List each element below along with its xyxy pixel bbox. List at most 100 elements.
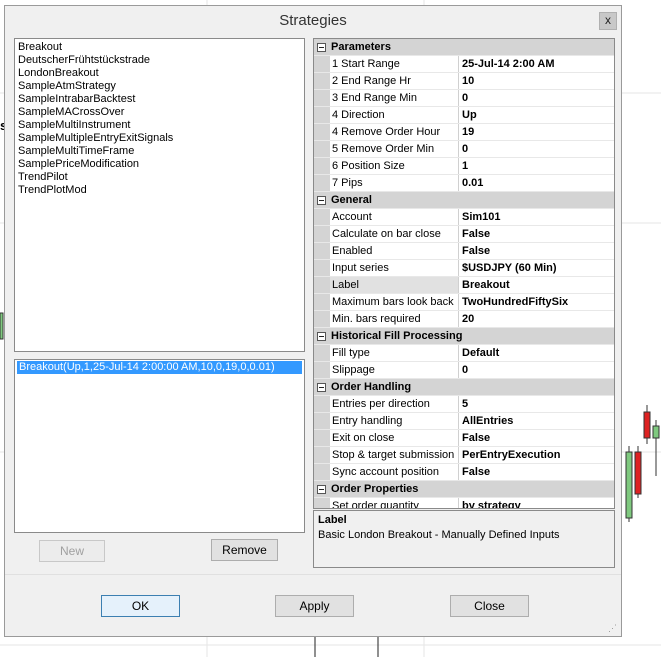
list-item[interactable]: SampleMACrossOver xyxy=(18,106,301,119)
property-value[interactable]: PerEntryExecution xyxy=(459,447,614,463)
property-value[interactable]: by strategy xyxy=(459,498,614,508)
configured-strategy-list[interactable]: Breakout(Up,1,25-Jul-14 2:00:00 AM,10,0,… xyxy=(14,359,305,533)
property-row[interactable]: 3 End Range Min 0 xyxy=(314,90,614,107)
grid-category[interactable]: Parameters xyxy=(314,39,614,56)
property-value[interactable]: 0 xyxy=(459,141,614,157)
property-row[interactable]: 2 End Range Hr 10 xyxy=(314,73,614,90)
collapse-icon[interactable] xyxy=(317,382,326,392)
property-value[interactable]: Breakout xyxy=(459,277,614,293)
row-gutter xyxy=(314,226,330,242)
row-gutter xyxy=(314,107,330,123)
category-label: Historical Fill Processing xyxy=(331,330,463,342)
list-item[interactable]: SampleAtmStrategy xyxy=(18,80,301,93)
property-value[interactable]: False xyxy=(459,430,614,446)
property-row[interactable]: Slippage 0 xyxy=(314,362,614,379)
property-value[interactable]: False xyxy=(459,243,614,259)
row-gutter xyxy=(314,294,330,310)
list-item[interactable]: SampleMultipleEntryExitSignals xyxy=(18,132,301,145)
resize-grip-icon[interactable]: ⋰ xyxy=(608,623,618,633)
property-row[interactable]: 5 Remove Order Min 0 xyxy=(314,141,614,158)
property-row[interactable]: Exit on close False xyxy=(314,430,614,447)
row-gutter xyxy=(314,311,330,327)
property-value[interactable]: 0 xyxy=(459,362,614,378)
property-value[interactable]: 0 xyxy=(459,90,614,106)
remove-button[interactable]: Remove xyxy=(211,539,278,561)
property-row[interactable]: Calculate on bar close False xyxy=(314,226,614,243)
list-item[interactable]: Breakout xyxy=(18,41,301,54)
property-row[interactable]: 7 Pips 0.01 xyxy=(314,175,614,192)
close-button[interactable]: Close xyxy=(450,595,529,617)
property-value[interactable]: False xyxy=(459,226,614,242)
property-row[interactable]: 6 Position Size 1 xyxy=(314,158,614,175)
property-row[interactable]: Entries per direction 5 xyxy=(314,396,614,413)
candle xyxy=(625,446,633,522)
property-name: 1 Start Range xyxy=(330,56,459,72)
property-row[interactable]: Fill type Default xyxy=(314,345,614,362)
list-item[interactable]: DeutscherFrühtstückstrade xyxy=(18,54,301,67)
new-button[interactable]: New xyxy=(39,540,105,562)
ok-button[interactable]: OK xyxy=(101,595,180,617)
list-item[interactable]: Breakout(Up,1,25-Jul-14 2:00:00 AM,10,0,… xyxy=(17,361,302,374)
apply-button[interactable]: Apply xyxy=(275,595,354,617)
row-gutter xyxy=(314,158,330,174)
list-item[interactable]: TrendPlotMod xyxy=(18,184,301,197)
row-gutter xyxy=(314,447,330,463)
list-item[interactable]: TrendPilot xyxy=(18,171,301,184)
property-row[interactable]: Label Breakout xyxy=(314,277,614,294)
property-value[interactable]: 10 xyxy=(459,73,614,89)
property-name: Label xyxy=(330,277,459,293)
candle xyxy=(634,446,642,498)
close-icon[interactable]: x xyxy=(599,12,617,30)
property-value[interactable]: 1 xyxy=(459,158,614,174)
property-row[interactable]: 4 Direction Up xyxy=(314,107,614,124)
property-row[interactable]: Sync account position False xyxy=(314,464,614,481)
grid-category[interactable]: General xyxy=(314,192,614,209)
property-name: 6 Position Size xyxy=(330,158,459,174)
property-name: 4 Direction xyxy=(330,107,459,123)
property-row[interactable]: Stop & target submission PerEntryExecutio… xyxy=(314,447,614,464)
property-value[interactable]: 5 xyxy=(459,396,614,412)
row-gutter xyxy=(314,209,330,225)
property-value[interactable]: 19 xyxy=(459,124,614,140)
property-name: Stop & target submission xyxy=(330,447,459,463)
property-row[interactable]: Input series $USDJPY (60 Min) xyxy=(314,260,614,277)
property-grid[interactable]: Parameters 1 Start Range 25-Jul-14 2:00 AM… xyxy=(313,38,615,509)
property-row[interactable]: 4 Remove Order Hour 19 xyxy=(314,124,614,141)
property-row[interactable]: Account Sim101 xyxy=(314,209,614,226)
property-value[interactable]: Sim101 xyxy=(459,209,614,225)
property-row[interactable]: Min. bars required 20 xyxy=(314,311,614,328)
property-value[interactable]: False xyxy=(459,464,614,480)
property-value[interactable]: 20 xyxy=(459,311,614,327)
property-value[interactable]: $USDJPY (60 Min) xyxy=(459,260,614,276)
collapse-icon[interactable] xyxy=(317,484,326,494)
list-item[interactable]: SampleIntrabarBacktest xyxy=(18,93,301,106)
property-row[interactable]: Maximum bars look back TwoHundredFiftySix xyxy=(314,294,614,311)
property-value[interactable]: Up xyxy=(459,107,614,123)
property-value[interactable]: AllEntries xyxy=(459,413,614,429)
property-value[interactable]: 25-Jul-14 2:00 AM xyxy=(459,56,614,72)
collapse-icon[interactable] xyxy=(317,42,326,52)
list-item[interactable]: SampleMultiInstrument xyxy=(18,119,301,132)
property-row[interactable]: Set order quantity by strategy xyxy=(314,498,614,508)
strategy-list[interactable]: Breakout DeutscherFrühtstückstrade LondonB… xyxy=(14,38,305,352)
list-item[interactable]: SampleMultiTimeFrame xyxy=(18,145,301,158)
row-gutter xyxy=(314,90,330,106)
grid-category[interactable]: Order Properties xyxy=(314,481,614,498)
property-name: 7 Pips xyxy=(330,175,459,191)
list-item[interactable]: LondonBreakout xyxy=(18,67,301,80)
grid-category[interactable]: Order Handling xyxy=(314,379,614,396)
property-row[interactable]: Enabled False xyxy=(314,243,614,260)
property-name: Maximum bars look back xyxy=(330,294,459,310)
property-value[interactable]: Default xyxy=(459,345,614,361)
property-value[interactable]: TwoHundredFiftySix xyxy=(459,294,614,310)
grid-category[interactable]: Historical Fill Processing xyxy=(314,328,614,345)
property-row[interactable]: Entry handling AllEntries xyxy=(314,413,614,430)
row-gutter xyxy=(314,362,330,378)
candle xyxy=(643,405,651,444)
collapse-icon[interactable] xyxy=(317,331,326,341)
list-item[interactable]: SamplePriceModification xyxy=(18,158,301,171)
collapse-icon[interactable] xyxy=(317,195,326,205)
property-value[interactable]: 0.01 xyxy=(459,175,614,191)
property-row[interactable]: 1 Start Range 25-Jul-14 2:00 AM xyxy=(314,56,614,73)
title-bar[interactable]: Strategies x xyxy=(5,6,621,36)
